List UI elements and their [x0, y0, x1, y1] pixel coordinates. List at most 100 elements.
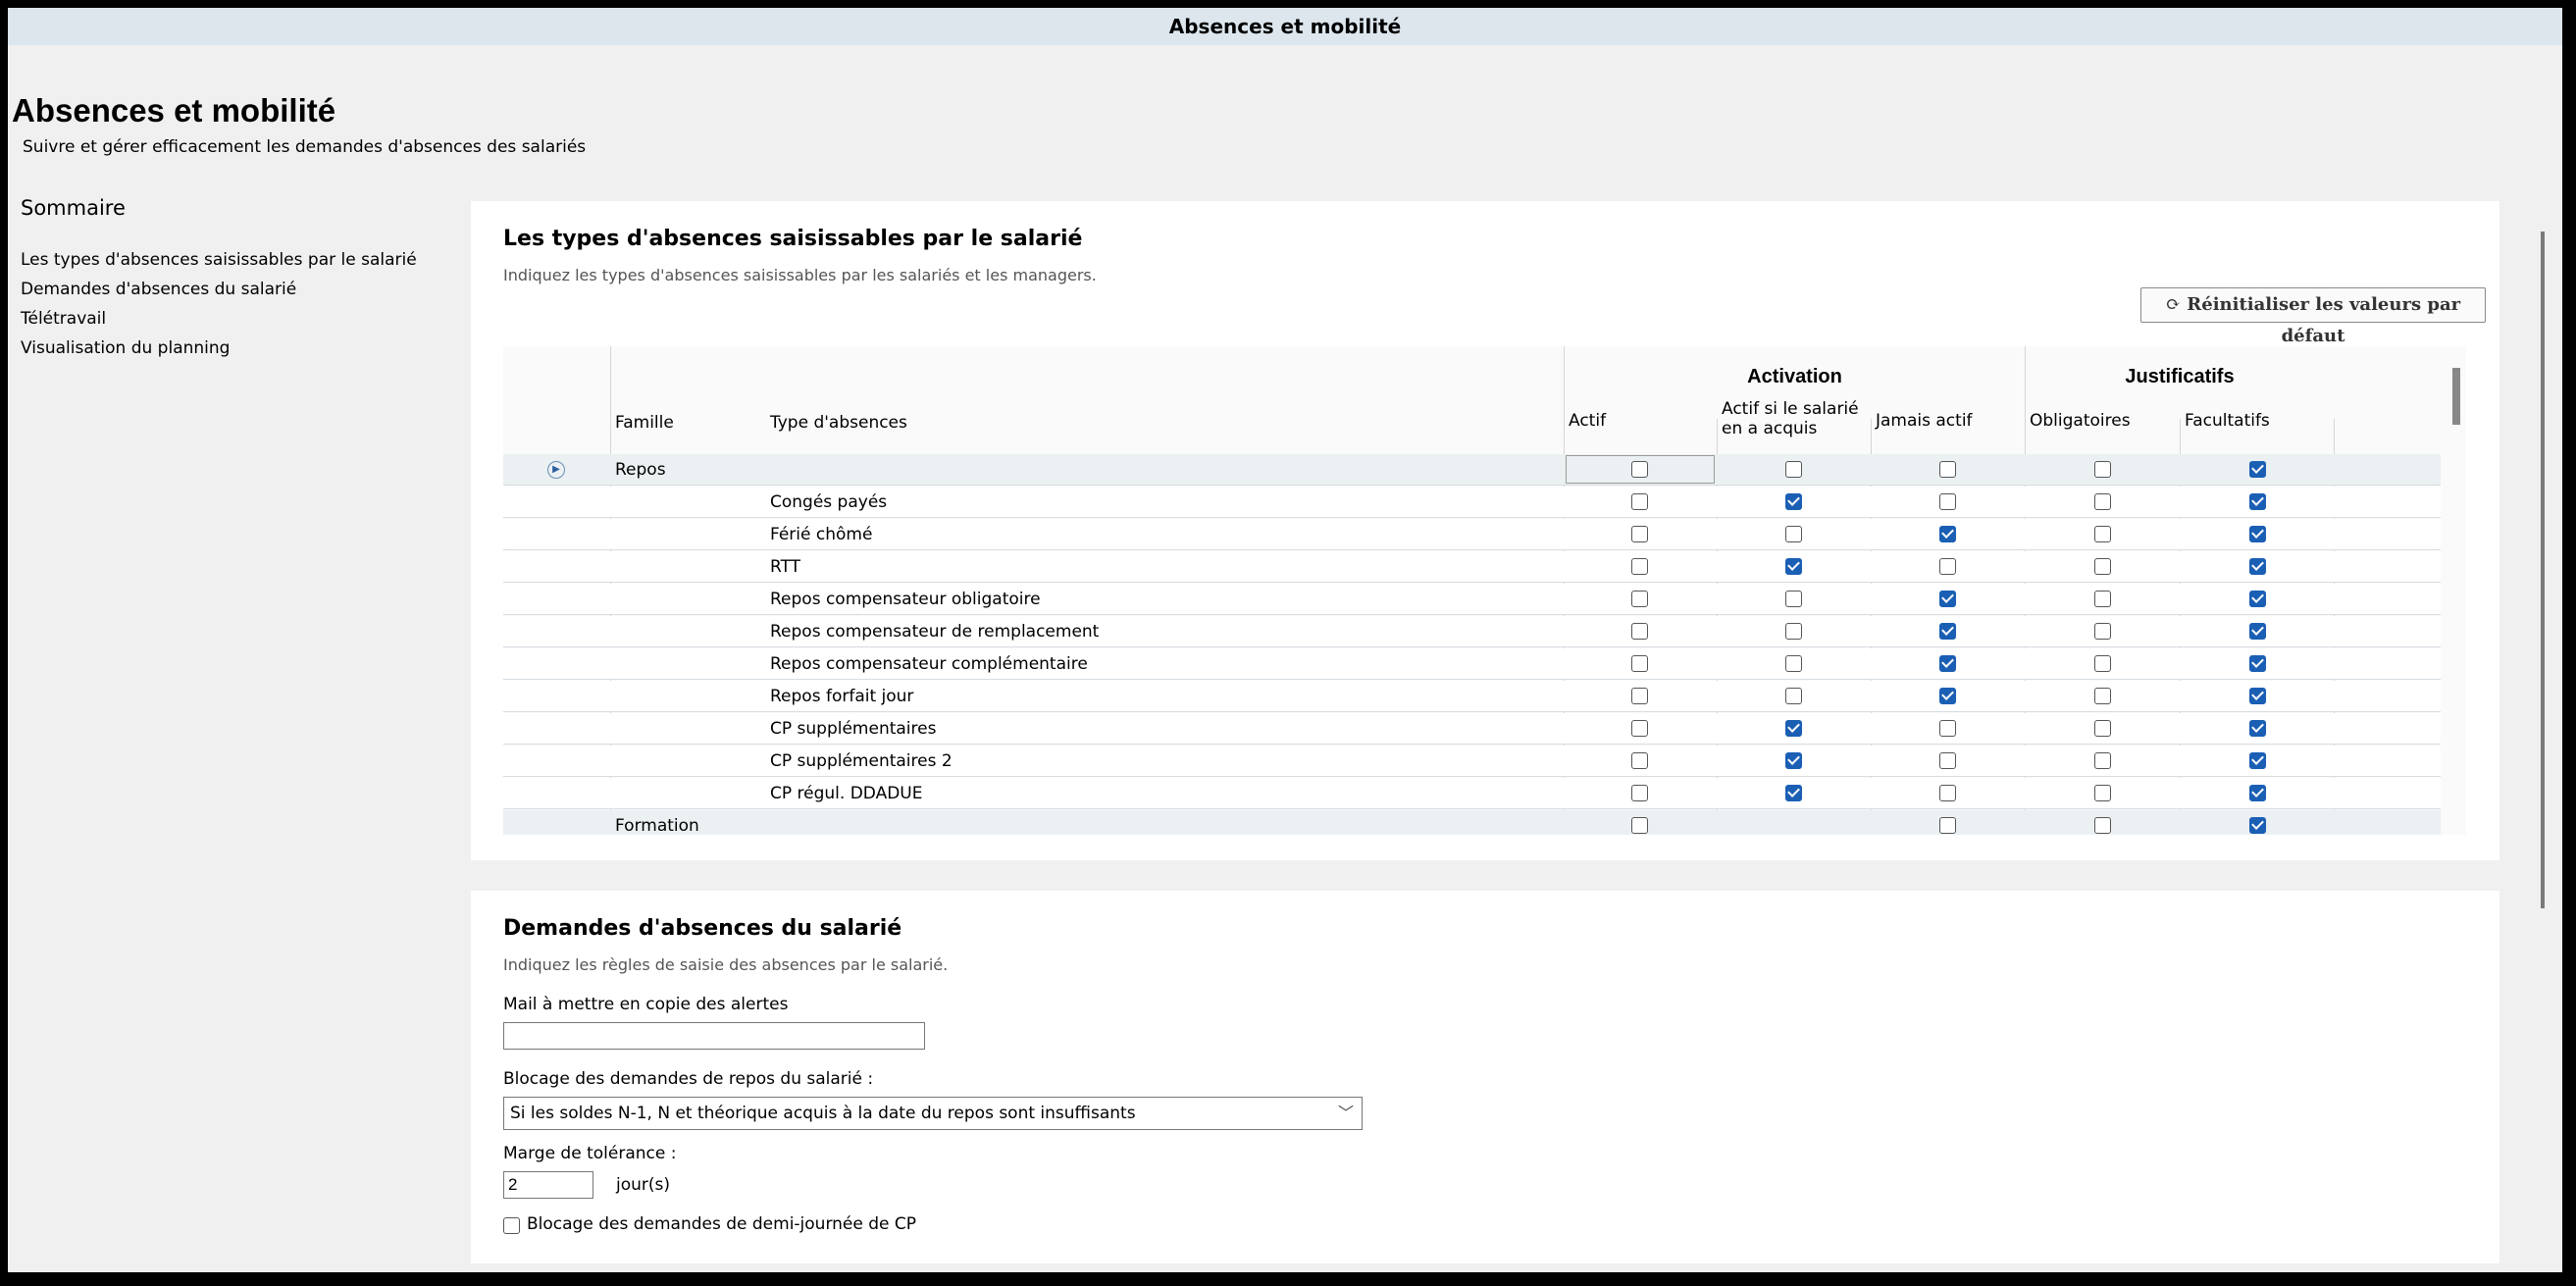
row-checkbox[interactable]	[2094, 688, 2111, 704]
row-checkbox[interactable]	[1939, 461, 1956, 478]
row-checkbox[interactable]	[1631, 817, 1648, 834]
grid-row[interactable]: Repos compensateur de remplacement	[503, 616, 2441, 647]
row-checkbox[interactable]	[1939, 720, 1956, 737]
row-checkbox[interactable]	[2094, 720, 2111, 737]
row-checkbox[interactable]	[2249, 817, 2266, 834]
grid-row[interactable]: Férié chômé	[503, 519, 2441, 550]
row-checkbox[interactable]	[1939, 752, 1956, 769]
row-checkbox[interactable]	[1939, 655, 1956, 672]
sommaire-link-planning[interactable]: Visualisation du planning	[21, 334, 417, 363]
row-checkbox[interactable]	[1785, 526, 1802, 542]
sommaire-link-types[interactable]: Les types d'absences saisissables par le…	[21, 245, 417, 275]
row-checkbox[interactable]	[1785, 688, 1802, 704]
cell-type: Congés payés	[770, 492, 888, 512]
grid-row[interactable]: CP supplémentaires 2	[503, 746, 2441, 777]
row-checkbox[interactable]	[2094, 558, 2111, 575]
row-checkbox[interactable]	[1631, 785, 1648, 801]
row-checkbox[interactable]	[2249, 526, 2266, 542]
row-checkbox[interactable]	[1785, 623, 1802, 640]
row-checkbox[interactable]	[2249, 688, 2266, 704]
row-checkbox[interactable]	[1785, 461, 1802, 478]
refresh-icon: ⟳	[2165, 294, 2181, 315]
row-checkbox[interactable]	[1631, 493, 1648, 510]
grid-family-row[interactable]: ▶ Repos	[503, 454, 2441, 486]
row-checkbox[interactable]	[1631, 623, 1648, 640]
row-checkbox[interactable]	[2094, 655, 2111, 672]
row-checkbox[interactable]	[1785, 752, 1802, 769]
reset-defaults-button[interactable]: ⟳ Réinitialiser les valeurs par défaut	[2140, 287, 2486, 346]
row-checkbox[interactable]	[1939, 591, 1956, 607]
row-checkbox[interactable]	[2249, 655, 2266, 672]
marge-label: Marge de tolérance :	[503, 1144, 677, 1163]
row-checkbox[interactable]	[1785, 720, 1802, 737]
grid-row[interactable]: Repos compensateur complémentaire	[503, 648, 2441, 680]
mail-copy-input[interactable]	[503, 1022, 925, 1050]
row-checkbox[interactable]	[1631, 558, 1648, 575]
row-checkbox[interactable]	[2249, 720, 2266, 737]
page-subtitle: Suivre et gérer efficacement les demande…	[23, 137, 587, 157]
row-checkbox[interactable]	[2094, 591, 2111, 607]
row-checkbox[interactable]	[1631, 591, 1648, 607]
column-header-obligatoires: Obligatoires	[2030, 411, 2131, 431]
grid-row[interactable]: RTT	[503, 551, 2441, 583]
section-description: Indiquez les règles de saisie des absenc…	[503, 955, 949, 974]
cell-type: RTT	[770, 557, 801, 577]
row-checkbox[interactable]	[2094, 461, 2111, 478]
row-checkbox[interactable]	[1785, 591, 1802, 607]
column-header-actif: Actif	[1569, 411, 1607, 431]
grid-row[interactable]: CP régul. DDADUE	[503, 778, 2441, 809]
row-checkbox[interactable]	[2249, 461, 2266, 478]
row-checkbox[interactable]	[1785, 493, 1802, 510]
expand-row-icon[interactable]: ▶	[547, 461, 565, 479]
page-scrollbar[interactable]	[2541, 231, 2545, 908]
row-checkbox[interactable]	[1939, 785, 1956, 801]
row-checkbox[interactable]	[1939, 558, 1956, 575]
row-checkbox[interactable]	[1939, 493, 1956, 510]
row-checkbox[interactable]	[2094, 752, 2111, 769]
row-checkbox[interactable]	[1939, 526, 1956, 542]
row-checkbox[interactable]	[1785, 655, 1802, 672]
grid-row[interactable]: Repos forfait jour	[503, 681, 2441, 712]
row-checkbox[interactable]	[2094, 817, 2111, 834]
grid-row[interactable]: Repos compensateur obligatoire	[503, 584, 2441, 615]
row-checkbox[interactable]	[1631, 720, 1648, 737]
row-checkbox[interactable]	[1939, 688, 1956, 704]
section-title: Les types d'absences saisissables par le…	[503, 227, 1083, 251]
group-header-justificatifs: Justificatifs	[2125, 366, 2235, 387]
row-checkbox[interactable]	[1785, 558, 1802, 575]
row-checkbox[interactable]	[1631, 688, 1648, 704]
row-checkbox[interactable]	[2094, 526, 2111, 542]
row-checkbox[interactable]	[2249, 785, 2266, 801]
row-checkbox[interactable]	[1939, 817, 1956, 834]
row-checkbox[interactable]	[2249, 493, 2266, 510]
row-checkbox[interactable]	[2249, 591, 2266, 607]
sommaire-link-demandes[interactable]: Demandes d'absences du salarié	[21, 275, 417, 304]
blocage-select[interactable]: Si les soldes N-1, N et théorique acquis…	[503, 1097, 1363, 1130]
cell-type: Férié chômé	[770, 525, 873, 544]
row-checkbox[interactable]	[2094, 493, 2111, 510]
cell-type: Repos forfait jour	[770, 687, 914, 706]
row-checkbox[interactable]	[1631, 655, 1648, 672]
row-checkbox[interactable]	[1631, 752, 1648, 769]
row-checkbox[interactable]	[2249, 752, 2266, 769]
row-checkbox[interactable]	[2249, 623, 2266, 640]
column-header-type: Type d'absences	[770, 413, 907, 433]
demi-journee-label: Blocage des demandes de demi-journée de …	[527, 1214, 917, 1234]
absence-types-grid: Activation Justificatifs Famille Type d'…	[503, 346, 2466, 835]
sommaire-link-teletravail[interactable]: Télétravail	[21, 304, 417, 334]
row-checkbox[interactable]	[1631, 526, 1648, 542]
row-checkbox[interactable]	[1785, 785, 1802, 801]
grid-scrollbar[interactable]	[2452, 368, 2460, 425]
demi-journee-checkbox[interactable]	[503, 1217, 520, 1234]
row-checkbox[interactable]	[1939, 623, 1956, 640]
section-description: Indiquez les types d'absences saisissabl…	[503, 266, 1097, 284]
marge-input[interactable]	[503, 1171, 593, 1199]
grid-row[interactable]: Congés payés	[503, 487, 2441, 518]
types-absences-panel: Les types d'absences saisissables par le…	[471, 201, 2499, 860]
grid-family-row[interactable]: Formation	[503, 810, 2441, 835]
row-checkbox[interactable]	[2249, 558, 2266, 575]
row-checkbox[interactable]	[2094, 623, 2111, 640]
row-checkbox[interactable]	[2094, 785, 2111, 801]
cell-famille: Formation	[615, 816, 699, 835]
grid-row[interactable]: CP supplémentaires	[503, 713, 2441, 745]
